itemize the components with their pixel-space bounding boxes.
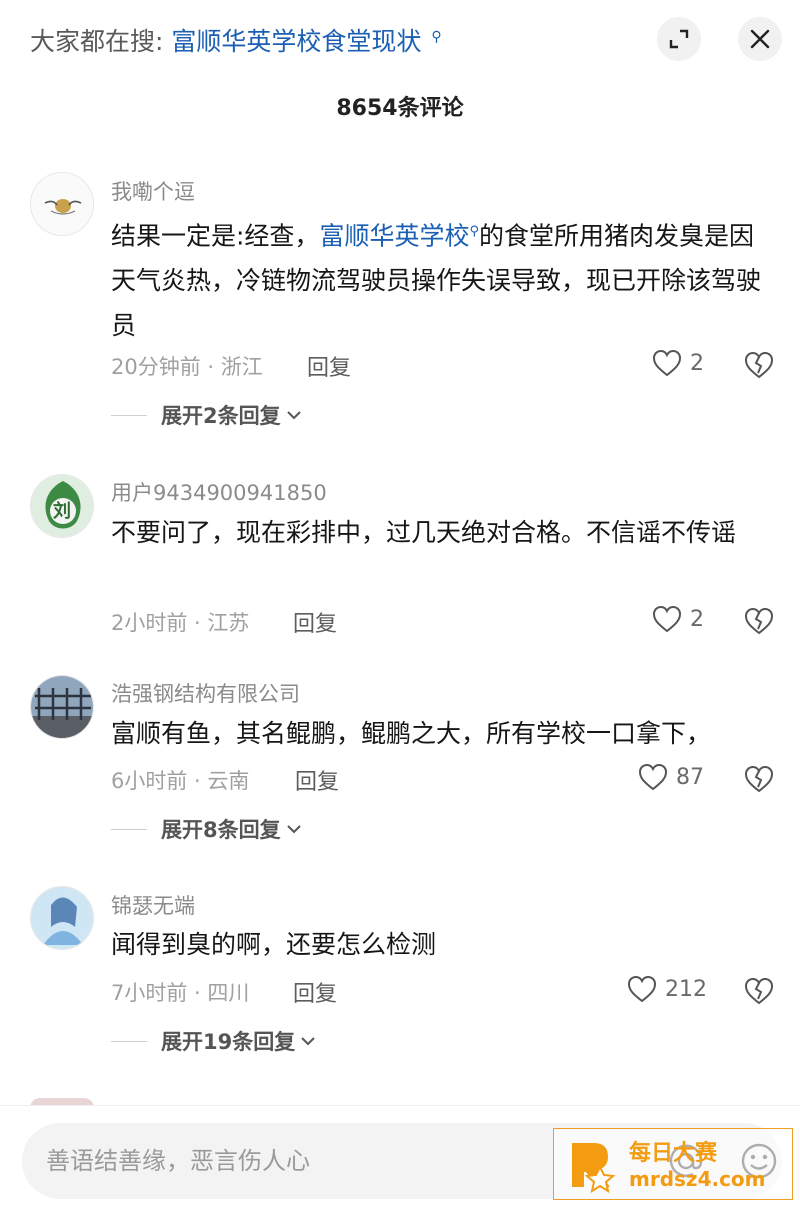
avatar-character: 刘 [53, 501, 71, 522]
dislike-icon[interactable] [743, 975, 775, 1005]
comment-text-part: 结果一定是:经查， [111, 221, 320, 251]
reply-button[interactable]: 回复 [307, 350, 351, 382]
avatar[interactable] [30, 675, 94, 739]
expand-icon [669, 29, 689, 49]
comment-text: 富顺有鱼，其名鲲鹏，鲲鹏之大，所有学校一口拿下， [111, 719, 712, 748]
comment-search-link[interactable]: 富顺华英学校 [319, 221, 469, 250]
divider-line [111, 828, 147, 830]
close-button[interactable] [738, 17, 782, 61]
username[interactable]: 我嘞个逗 [111, 176, 195, 206]
dislike-icon[interactable] [743, 605, 775, 635]
heart-icon [627, 975, 657, 1003]
like-button[interactable]: 2 [652, 349, 704, 377]
divider-line [111, 1040, 147, 1042]
avatar-image [31, 173, 93, 235]
expand-replies-label: 展开19条回复 [161, 1030, 296, 1054]
comment-meta: 2小时前 · 江苏 [111, 611, 250, 635]
fullscreen-button[interactable] [657, 17, 701, 61]
close-icon [750, 29, 770, 49]
watermark-url: mrdsz4.com [629, 1167, 766, 1191]
heart-icon [652, 349, 682, 377]
avatar[interactable] [30, 172, 94, 236]
search-prefix: 大家都在搜: [30, 27, 164, 56]
expand-replies-button[interactable]: 展开2条回复 [111, 400, 303, 430]
comment-text: 闻得到臭的啊，还要怎么检测 [111, 930, 437, 959]
expand-replies-button[interactable]: 展开19条回复 [111, 1026, 317, 1056]
like-count: 212 [665, 976, 707, 1002]
comment-count: 8654条评论 [336, 96, 464, 121]
avatar[interactable]: 刘 [30, 474, 94, 538]
chevron-down-icon [286, 825, 301, 834]
avatar-image [31, 676, 93, 738]
reply-button[interactable]: 回复 [293, 606, 337, 638]
expand-replies-button[interactable]: 展开8条回复 [111, 814, 303, 844]
comment-meta: 20分钟前 · 浙江 [111, 355, 263, 379]
heart-icon [652, 605, 682, 633]
search-term-link[interactable]: 富顺华英学校食堂现状 [171, 27, 421, 56]
divider-line [111, 414, 147, 416]
comment-text: 结果一定是:经查，富顺华英学校⚲的食堂所用猪肉发臭是因天气炎热，冷链物流驾驶员操… [111, 209, 771, 348]
search-icon: ⚲ [469, 224, 479, 239]
watermark: 每日大赛 mrdsz4.com [553, 1128, 793, 1200]
like-count: 87 [676, 764, 704, 790]
search-icon: ⚲ [431, 28, 442, 45]
like-button[interactable]: 87 [638, 763, 704, 791]
username[interactable]: 浩强钢结构有限公司 [111, 678, 300, 708]
avatar[interactable] [30, 886, 94, 950]
comment-text: 不要问了，现在彩排中，过几天绝对合格。不信谣不传谣 [111, 518, 737, 547]
chevron-down-icon [301, 1037, 315, 1046]
chevron-down-icon [286, 411, 301, 420]
reply-button[interactable]: 回复 [295, 764, 339, 796]
expand-replies-label: 展开8条回复 [161, 818, 281, 842]
search-suggestion[interactable]: 大家都在搜: 富顺华英学校食堂现状 ⚲ [30, 22, 442, 58]
expand-replies-label: 展开2条回复 [161, 404, 281, 428]
like-button[interactable]: 2 [652, 605, 704, 633]
watermark-title: 每日大赛 [629, 1141, 718, 1166]
comment-input[interactable] [46, 1123, 546, 1199]
like-count: 2 [690, 606, 704, 632]
comment-meta: 7小时前 · 四川 [111, 981, 250, 1005]
like-button[interactable]: 212 [627, 975, 707, 1003]
comment-meta: 6小时前 · 云南 [111, 769, 250, 793]
username[interactable]: 用户9434900941850 [111, 477, 327, 507]
watermark-logo [572, 1143, 616, 1193]
username[interactable]: 锦瑟无端 [111, 890, 195, 920]
reply-button[interactable]: 回复 [293, 976, 337, 1008]
dislike-icon[interactable] [743, 763, 775, 793]
heart-icon [638, 763, 668, 791]
avatar-image [31, 887, 93, 949]
top-bar: 大家都在搜: 富顺华英学校食堂现状 ⚲ [0, 0, 800, 80]
like-count: 2 [690, 350, 704, 376]
dislike-icon[interactable] [743, 349, 775, 379]
